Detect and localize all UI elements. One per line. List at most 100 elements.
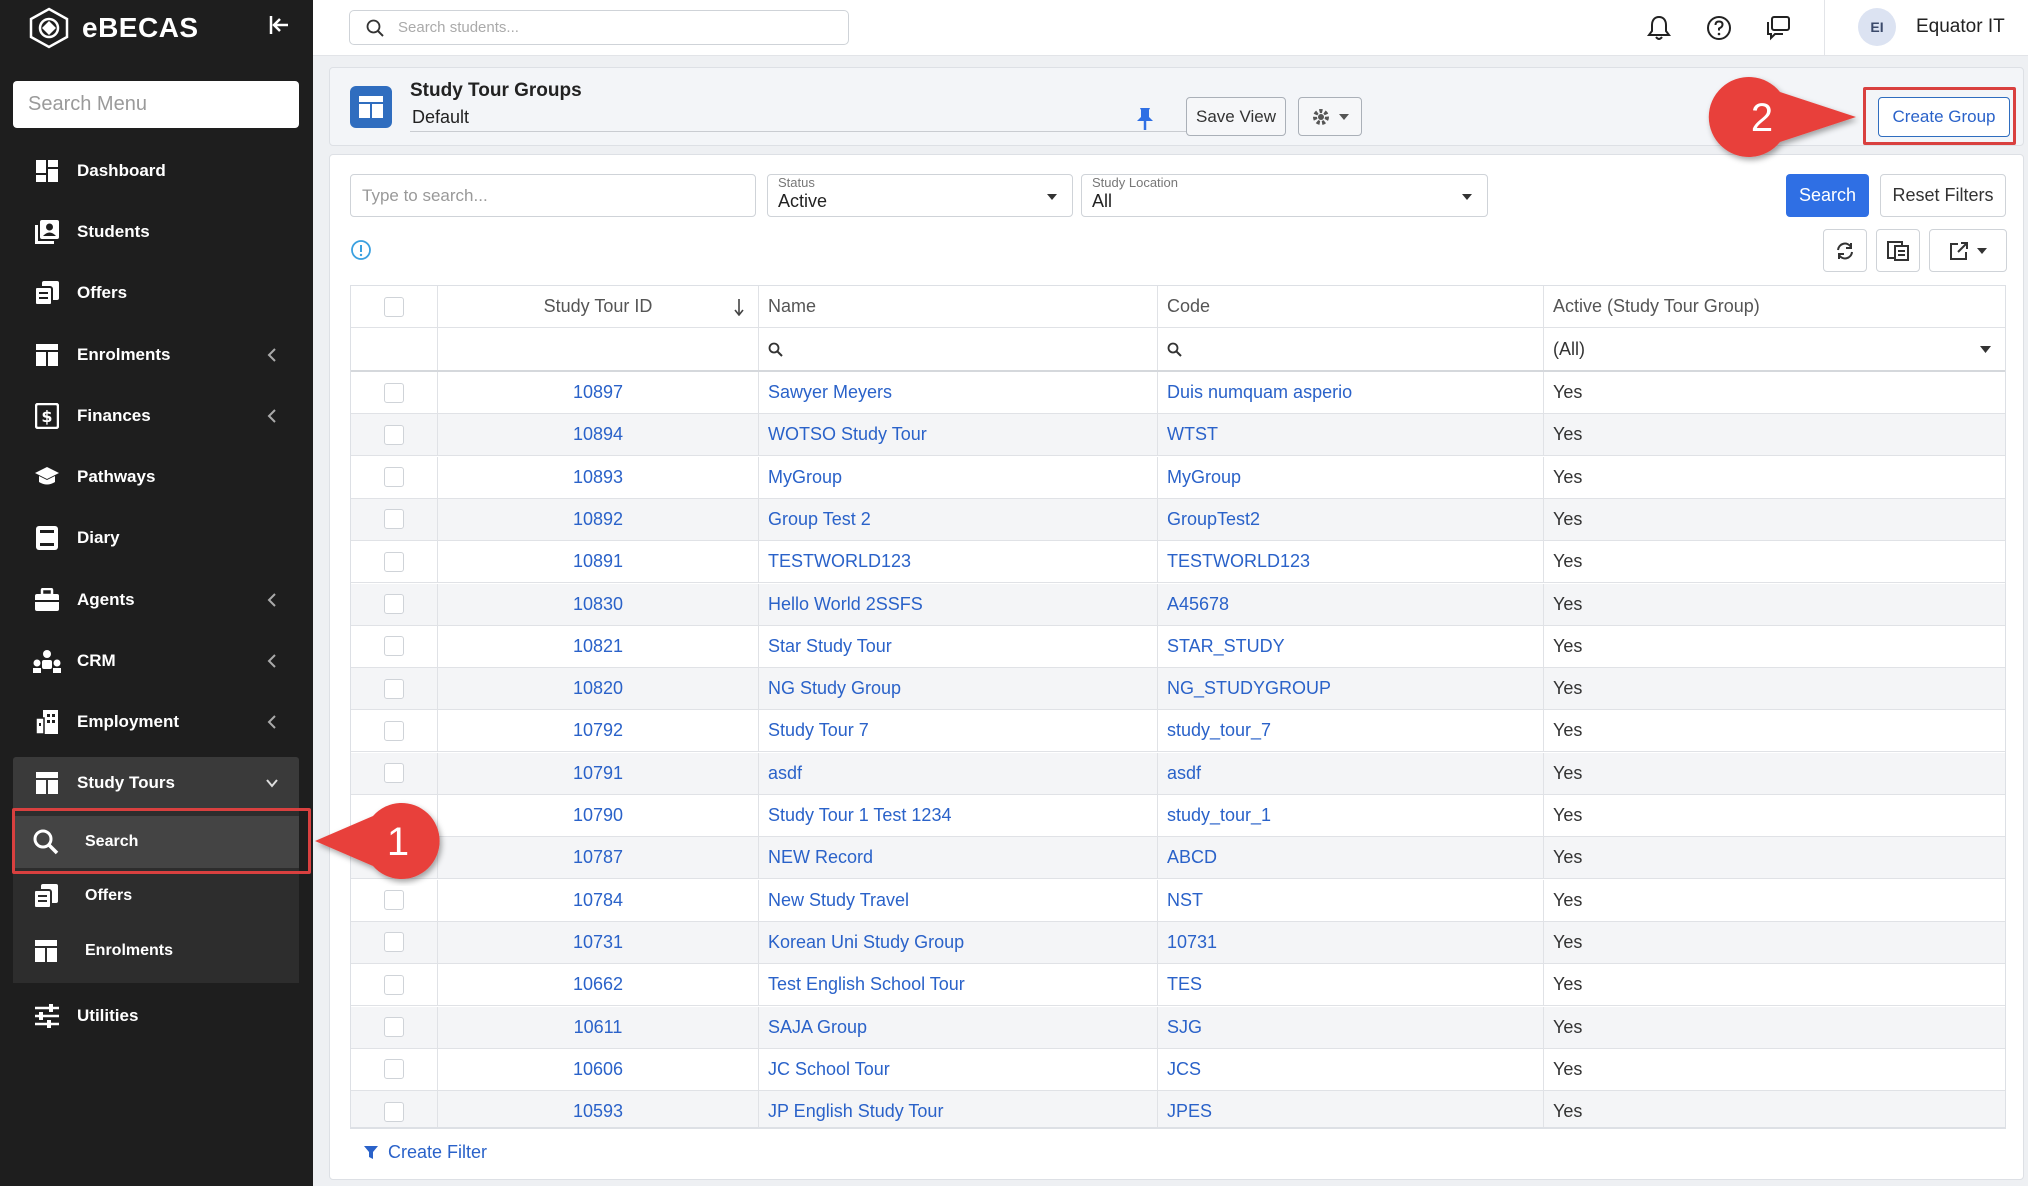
cell-name[interactable]: Star Study Tour [759, 625, 1158, 667]
cell-code[interactable]: TES [1158, 964, 1544, 1006]
sort-descending-icon[interactable] [734, 298, 744, 316]
filter-cell-active-dropdown[interactable]: (All) [1544, 328, 2005, 370]
user-name[interactable]: Equator IT [1916, 16, 2005, 38]
bell-icon[interactable] [1645, 14, 1673, 42]
cell-code-text[interactable]: study_tour_7 [1167, 720, 1271, 741]
row-checkbox[interactable] [384, 382, 404, 403]
sidebar-item-crm[interactable]: CRM [13, 635, 299, 687]
table-row[interactable]: 10662 Test English School Tour TES Yes [351, 964, 2005, 1007]
cell-code[interactable]: study_tour_1 [1158, 795, 1544, 836]
sidebar-item-study-tours[interactable]: Study Tours [13, 757, 299, 809]
row-checkbox[interactable] [384, 1059, 404, 1080]
status-dropdown[interactable]: Status Active [767, 174, 1073, 217]
row-checkbox[interactable] [384, 1101, 404, 1122]
cell-name[interactable]: New Study Travel [759, 879, 1158, 921]
export-dropdown-button[interactable] [1929, 229, 2007, 272]
cell-study-tour-id-text[interactable]: 10791 [573, 763, 623, 784]
row-checkbox[interactable] [384, 424, 404, 445]
chat-icon[interactable] [1764, 14, 1792, 42]
table-row[interactable]: 10731 Korean Uni Study Group 10731 Yes [351, 921, 2005, 964]
sidebar-item-finances[interactable]: $ Finances [13, 390, 299, 442]
cell-name-text[interactable]: NEW Record [768, 847, 873, 868]
cell-name[interactable]: JP English Study Tour [759, 1091, 1158, 1127]
view-select[interactable]: Default [410, 104, 1210, 132]
cell-study-tour-id-text[interactable]: 10792 [573, 720, 623, 741]
cell-code[interactable]: Duis numquam asperio [1158, 372, 1544, 413]
cell-code-text[interactable]: WTST [1167, 424, 1218, 445]
cell-study-tour-id[interactable]: 10784 [438, 879, 759, 921]
cell-study-tour-id[interactable]: 10894 [438, 414, 759, 456]
cell-study-tour-id-text[interactable]: 10892 [573, 509, 623, 530]
cell-name-text[interactable]: Test English School Tour [768, 974, 965, 995]
cell-code[interactable]: JCS [1158, 1048, 1544, 1090]
cell-study-tour-id[interactable]: 10820 [438, 668, 759, 710]
cell-study-tour-id[interactable]: 10792 [438, 710, 759, 752]
row-checkbox[interactable] [384, 932, 404, 953]
cell-study-tour-id-text[interactable]: 10784 [573, 890, 623, 911]
cell-code-text[interactable]: study_tour_1 [1167, 805, 1271, 826]
settings-dropdown-button[interactable] [1298, 97, 1362, 136]
sidebar-item-students[interactable]: Students [13, 206, 299, 258]
cell-name[interactable]: JC School Tour [759, 1048, 1158, 1090]
cell-study-tour-id-text[interactable]: 10606 [573, 1059, 623, 1080]
cell-name-text[interactable]: WOTSO Study Tour [768, 424, 927, 445]
collapse-sidebar-icon[interactable] [266, 12, 292, 38]
cell-name[interactable]: Study Tour 7 [759, 710, 1158, 752]
cell-name[interactable]: SAJA Group [759, 1006, 1158, 1048]
cell-name[interactable]: WOTSO Study Tour [759, 414, 1158, 456]
cell-code[interactable]: 10731 [1158, 921, 1544, 963]
cell-study-tour-id-text[interactable]: 10731 [573, 932, 623, 953]
select-all-checkbox[interactable] [384, 296, 404, 317]
cell-code[interactable]: ABCD [1158, 837, 1544, 879]
cell-study-tour-id[interactable]: 10662 [438, 964, 759, 1006]
cell-code[interactable]: study_tour_7 [1158, 710, 1544, 752]
search-button[interactable]: Search [1786, 174, 1869, 217]
cell-code[interactable]: STAR_STUDY [1158, 625, 1544, 667]
cell-name[interactable]: MyGroup [759, 456, 1158, 498]
filter-cell-name[interactable] [759, 328, 1158, 370]
table-row[interactable]: 10892 Group Test 2 GroupTest2 Yes [351, 498, 2005, 541]
info-icon[interactable] [350, 239, 372, 261]
cell-name-text[interactable]: TESTWORLD123 [768, 551, 911, 572]
table-row[interactable]: 10830 Hello World 2SSFS A45678 Yes [351, 583, 2005, 626]
cell-study-tour-id-text[interactable]: 10790 [573, 805, 623, 826]
cell-study-tour-id[interactable]: 10892 [438, 498, 759, 540]
cell-study-tour-id[interactable]: 10821 [438, 625, 759, 667]
cell-code-text[interactable]: A45678 [1167, 594, 1229, 615]
cell-study-tour-id[interactable]: 10891 [438, 541, 759, 583]
cell-code-text[interactable]: NG_STUDYGROUP [1167, 678, 1331, 699]
table-row[interactable]: 10791 asdf asdf Yes [351, 752, 2005, 795]
cell-code-text[interactable]: 10731 [1167, 932, 1217, 953]
cell-study-tour-id[interactable]: 10593 [438, 1091, 759, 1127]
cell-code[interactable]: NG_STUDYGROUP [1158, 668, 1544, 710]
cell-study-tour-id[interactable]: 10893 [438, 456, 759, 498]
reset-filters-button[interactable]: Reset Filters [1880, 174, 2006, 217]
cell-code-text[interactable]: STAR_STUDY [1167, 636, 1285, 657]
cell-code-text[interactable]: TESTWORLD123 [1167, 551, 1310, 572]
table-row[interactable]: 10891 TESTWORLD123 TESTWORLD123 Yes [351, 541, 2005, 584]
refresh-button[interactable] [1823, 229, 1867, 272]
cell-name-text[interactable]: SAJA Group [768, 1017, 867, 1038]
sidebar-item-utilities[interactable]: Utilities [13, 990, 299, 1042]
menu-search-input[interactable] [13, 81, 299, 128]
sidebar-subitem-offers[interactable]: Offers [13, 870, 299, 922]
cell-name[interactable]: Hello World 2SSFS [759, 583, 1158, 625]
cell-name-text[interactable]: Star Study Tour [768, 636, 892, 657]
column-header-active[interactable]: Active (Study Tour Group) [1544, 286, 2005, 327]
row-checkbox[interactable] [384, 974, 404, 995]
cell-study-tour-id-text[interactable]: 10611 [574, 1017, 623, 1038]
cell-name-text[interactable]: New Study Travel [768, 890, 909, 911]
cell-code-text[interactable]: asdf [1167, 763, 1201, 784]
table-row[interactable]: 10606 JC School Tour JCS Yes [351, 1048, 2005, 1091]
sidebar-item-offers[interactable]: Offers [13, 267, 299, 319]
help-icon[interactable] [1705, 14, 1733, 42]
filter-cell-code[interactable] [1158, 328, 1544, 370]
cell-name-text[interactable]: NG Study Group [768, 678, 901, 699]
cell-code[interactable]: WTST [1158, 414, 1544, 456]
sidebar-item-pathways[interactable]: Pathways [13, 451, 299, 503]
row-checkbox[interactable] [384, 720, 404, 741]
student-search-input[interactable] [398, 19, 818, 36]
cell-code[interactable]: MyGroup [1158, 456, 1544, 498]
table-row[interactable]: 10821 Star Study Tour STAR_STUDY Yes [351, 625, 2005, 668]
cell-name[interactable]: Study Tour 1 Test 1234 [759, 795, 1158, 836]
